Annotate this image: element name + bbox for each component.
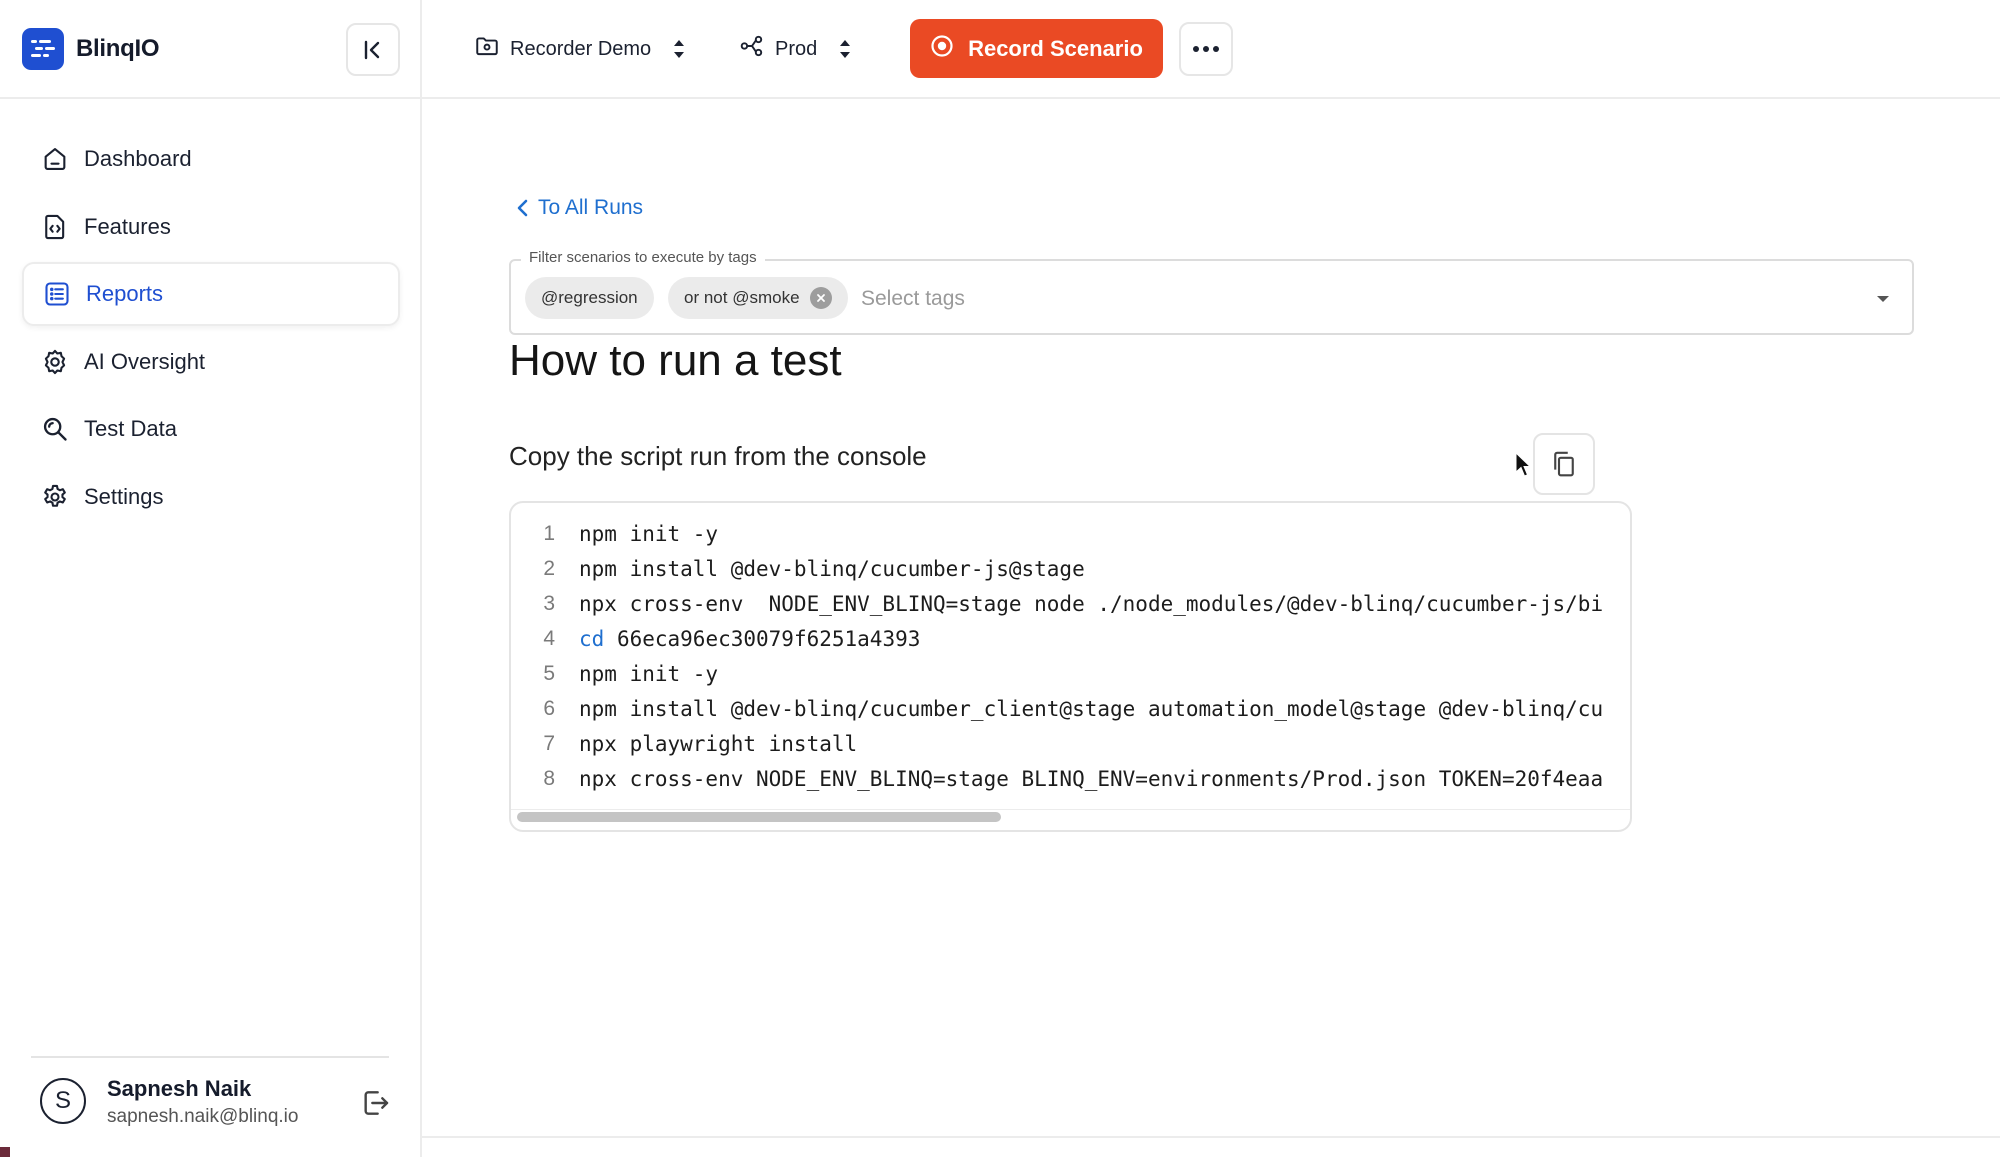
more-horizontal-icon — [1193, 46, 1219, 52]
sidebar-item-label: Dashboard — [84, 146, 192, 171]
sidebar-item-label: Settings — [84, 483, 164, 509]
code-line: 6 npm install @dev-blinq/cucumber_client@… — [511, 691, 1630, 726]
sidebar-item-dashboard[interactable]: Dashboard — [22, 127, 400, 191]
tag-filter-legend: Filter scenarios to execute by tags — [521, 249, 765, 266]
user-name: Sapnesh Naik — [107, 1076, 252, 1101]
project-selector[interactable]: Recorder Demo — [474, 30, 687, 68]
record-scenario-button[interactable]: Record Scenario — [910, 19, 1163, 78]
code-text: npx cross-env NODE_ENV_BLINQ=stage BLINQ… — [579, 767, 1604, 792]
scrollbar-thumb[interactable] — [517, 812, 1001, 822]
more-options-button[interactable] — [1179, 22, 1233, 76]
logout-icon[interactable] — [358, 1086, 392, 1120]
section-subtitle: Copy the script run from the console — [509, 441, 927, 471]
sidebar-item-test-data[interactable]: Test Data — [22, 397, 400, 461]
project-folder-icon — [474, 33, 500, 65]
code-line: 2 npm install @dev-blinq/cucumber-js@stag… — [511, 551, 1630, 586]
sidebar: BlinqIO Dashboard Features Reports AI Ov… — [0, 0, 422, 1157]
back-to-all-runs-link[interactable]: To All Runs — [516, 196, 643, 220]
environment-selector[interactable]: Prod — [739, 30, 853, 68]
brand[interactable]: BlinqIO — [22, 28, 160, 70]
code-text: npx cross-env NODE_ENV_BLINQ=stage node … — [579, 591, 1604, 616]
tag-chip[interactable]: @regression — [525, 277, 654, 319]
code-text: cd 66eca96ec30079f6251a4393 — [579, 627, 920, 651]
record-icon — [930, 34, 954, 64]
back-link-label: To All Runs — [538, 196, 644, 219]
sidebar-header-divider — [0, 97, 422, 99]
line-number: 8 — [543, 767, 555, 791]
tag-filter-field[interactable]: Filter scenarios to execute by tags @reg… — [509, 249, 1914, 335]
mouse-cursor-icon — [1515, 452, 1531, 477]
code-text: npm install @dev-blinq/cucumber_client@s… — [579, 697, 1604, 722]
line-number: 7 — [543, 732, 555, 756]
page-title: How to run a test — [509, 336, 842, 385]
code-line: 1 npm init -y — [511, 516, 1630, 551]
line-number: 1 — [543, 521, 555, 545]
code-line: 3 npx cross-env NODE_ENV_BLINQ=stage node… — [511, 586, 1630, 621]
code-text: npm install @dev-blinq/cucumber-js@stage — [579, 556, 1085, 581]
line-number: 2 — [543, 556, 555, 580]
code-keyword: cd — [579, 626, 605, 651]
line-number: 4 — [543, 626, 555, 650]
collapse-sidebar-button[interactable] — [346, 23, 400, 76]
gear-eye-icon — [40, 347, 70, 377]
code-text: npm init -y — [579, 521, 719, 546]
sidebar-item-ai-oversight[interactable]: AI Oversight — [22, 330, 400, 394]
brand-name: BlinqIO — [76, 35, 160, 62]
sidebar-item-features[interactable]: Features — [22, 195, 400, 259]
chevron-left-icon — [517, 199, 528, 217]
gear-icon — [40, 482, 70, 512]
sidebar-nav: Dashboard Features Reports AI Oversight … — [22, 127, 400, 532]
line-number: 3 — [543, 591, 555, 615]
code-argument: 66eca96ec30079f6251a4393 — [604, 626, 921, 651]
tag-select-input[interactable]: Select tags — [861, 287, 965, 311]
code-lines: 1 npm init -y 2 npm install @dev-blinq/cuc… — [511, 516, 1630, 797]
code-block[interactable]: 1 npm init -y 2 npm install @dev-blinq/cuc… — [509, 501, 1632, 832]
sidebar-item-label: AI Oversight — [84, 348, 206, 374]
list-icon — [42, 279, 72, 309]
sidebar-item-reports[interactable]: Reports — [22, 262, 400, 326]
collapse-left-icon — [364, 40, 380, 59]
code-line: 5 npm init -y — [511, 656, 1630, 691]
tag-chip[interactable]: or not @smoke — [668, 277, 848, 319]
record-scenario-label: Record Scenario — [968, 35, 1143, 61]
code-text: npm init -y — [579, 661, 719, 686]
code-line: 8 npx cross-env NODE_ENV_BLINQ=stage BLIN… — [511, 762, 1630, 797]
chevron-updown-icon — [671, 36, 687, 62]
sidebar-item-settings[interactable]: Settings — [22, 465, 400, 529]
tag-chip-label: @regression — [541, 288, 638, 307]
avatar[interactable]: S — [40, 1078, 86, 1124]
copy-script-button[interactable] — [1533, 433, 1595, 495]
environment-branch-icon — [739, 33, 765, 65]
file-code-icon — [40, 212, 70, 242]
chevron-updown-icon — [837, 36, 853, 62]
environment-name: Prod — [775, 37, 818, 60]
window-corner — [0, 1147, 10, 1157]
code-text: npx playwright install — [579, 732, 858, 757]
code-line: 4 cd 66eca96ec30079f6251a4393 — [511, 621, 1630, 656]
code-line: 7 npx playwright install — [511, 727, 1630, 762]
search-data-icon — [40, 414, 70, 444]
tag-chip-label: or not @smoke — [684, 288, 800, 307]
topbar: Recorder Demo Prod Record Scenario — [422, 0, 2000, 99]
copy-icon — [1554, 451, 1574, 477]
project-name: Recorder Demo — [510, 37, 652, 60]
sidebar-item-label: Features — [84, 213, 171, 239]
blinqio-logo-icon — [22, 28, 64, 70]
footer-divider — [422, 1136, 2000, 1138]
user-profile: S Sapnesh Naik sapnesh.naik@blinq.io — [40, 1076, 400, 1146]
line-number: 6 — [543, 697, 555, 721]
sidebar-item-label: Test Data — [84, 416, 177, 441]
user-email: sapnesh.naik@blinq.io — [107, 1106, 299, 1127]
user-divider — [31, 1056, 389, 1058]
caret-down-icon[interactable] — [1874, 291, 1892, 307]
sidebar-item-label: Reports — [86, 281, 164, 306]
home-icon — [40, 144, 70, 174]
close-icon[interactable] — [809, 287, 832, 309]
line-number: 5 — [543, 661, 555, 685]
